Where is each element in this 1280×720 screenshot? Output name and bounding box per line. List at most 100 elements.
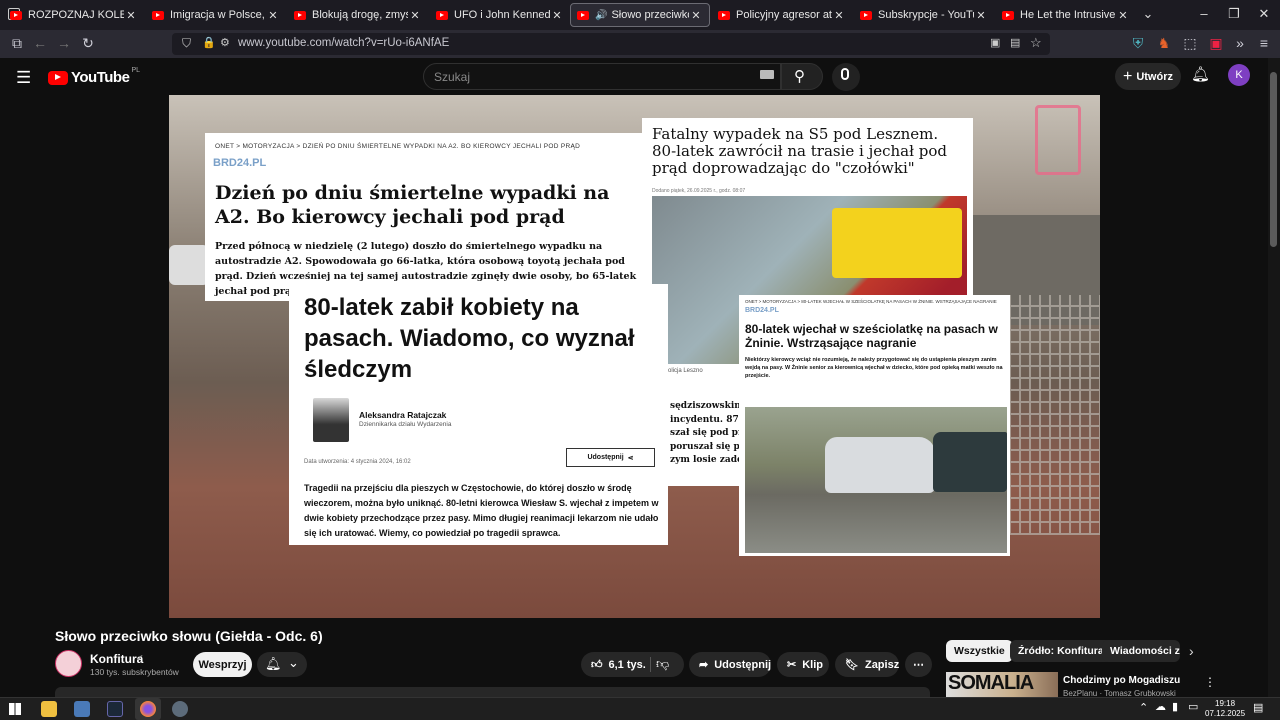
recommendation-title[interactable]: Chodzimy po Mogadiszu: [1063, 675, 1180, 686]
channel-avatar[interactable]: [55, 650, 82, 677]
recommendation-menu-icon[interactable]: ⋮: [1204, 675, 1216, 689]
support-button[interactable]: Wesprzyj: [193, 652, 252, 677]
save-button[interactable]: 🔖︎ Zapisz: [835, 652, 899, 677]
plus-icon: +: [1122, 67, 1133, 85]
search-button[interactable]: ⚲: [781, 63, 823, 90]
browser-tab[interactable]: Imigracja w Polsce, wschodnia✕: [146, 3, 286, 27]
extension-fox-icon[interactable]: ♞: [1155, 35, 1173, 52]
reader-view-icon[interactable]: ▤: [1010, 36, 1020, 49]
url-bar[interactable]: ⛉ 🔒 ⚙ www.youtube.com/watch?v=rUo-i6ANfA…: [172, 33, 1050, 55]
close-tab-icon[interactable]: ✕: [974, 9, 988, 22]
youtube-favicon-icon: [10, 10, 22, 20]
picture-in-picture-icon[interactable]: ▣: [990, 36, 1000, 49]
app-icon[interactable]: [172, 701, 188, 717]
close-tab-icon[interactable]: ✕: [832, 9, 846, 22]
ambulance-shape: [832, 208, 962, 278]
article-card-a2: ONET > MOTORYZACJA > DZIEŃ PO DNIU ŚMIER…: [205, 133, 651, 301]
create-button[interactable]: + Utwórz: [1115, 63, 1181, 90]
browser-tab[interactable]: Blokują drogę, zmyślają praw✕: [288, 3, 428, 27]
lock-icon[interactable]: 🔒: [202, 36, 216, 49]
recommendation-thumbnail[interactable]: SOMALIA: [946, 672, 1058, 697]
system-clock[interactable]: 19:18 07.12.2025: [1205, 699, 1245, 719]
restore-icon[interactable]: ❐: [1224, 6, 1244, 22]
chip-all[interactable]: Wszystkie: [946, 640, 1013, 662]
tray-chevron-icon[interactable]: ⌃: [1139, 701, 1148, 714]
youtube-favicon-icon: [577, 10, 589, 20]
description-box[interactable]: [55, 687, 930, 697]
more-dots-icon: ⋯: [913, 659, 924, 671]
white-car-shape: [825, 437, 935, 493]
network-icon[interactable]: ▭: [1188, 700, 1198, 713]
video-title: Słowo przeciwko słowu (Giełda - Odc. 6): [55, 628, 323, 644]
notifications-bell-icon[interactable]: 🔔︎: [1191, 65, 1210, 83]
bookmark-star-icon[interactable]: ☆: [1030, 35, 1042, 51]
close-window-icon[interactable]: ✕: [1254, 6, 1274, 22]
speaker-icon[interactable]: 🔊: [595, 10, 607, 21]
close-tab-icon[interactable]: ✕: [550, 9, 564, 22]
close-tab-icon[interactable]: ✕: [124, 9, 138, 22]
browser-tab[interactable]: He Let the Intrusive Thoughts✕: [996, 3, 1136, 27]
sidebar-toggle-icon[interactable]: ⧉: [8, 35, 26, 52]
share-button[interactable]: ➦ Udostępnij: [689, 652, 771, 677]
bookmark-icon: 🔖︎: [845, 659, 859, 671]
scissors-icon: ✂: [787, 659, 797, 671]
youtube-favicon-icon: [860, 10, 872, 20]
windows-start-icon[interactable]: [9, 703, 21, 715]
scrollbar-thumb[interactable]: [1270, 72, 1277, 247]
shield-icon[interactable]: ⛉: [182, 36, 191, 51]
background-fence-shape: [1009, 295, 1100, 535]
tab-overflow-chevron-icon[interactable]: ⌄: [1138, 6, 1158, 22]
browser-tab[interactable]: UFO i John Kennedy - Powód✕: [430, 3, 570, 27]
close-tab-icon[interactable]: ✕: [266, 9, 280, 22]
subscriber-count: 130 tys. subskrybentów: [90, 667, 179, 677]
url-text[interactable]: www.youtube.com/watch?v=rUo-i6ANfAE: [238, 37, 449, 49]
guide-menu-icon[interactable]: ☰: [16, 68, 31, 88]
active-app-indicator: [135, 698, 161, 720]
steam-icon[interactable]: [107, 701, 123, 717]
dislike-button[interactable]: 👎︎: [656, 656, 669, 672]
youtube-favicon-icon: [718, 10, 730, 20]
menu-hamburger-icon[interactable]: ≡: [1255, 35, 1273, 51]
youtube-header: ☰ YouTube PL Szukaj ⚲ + Utwórz 🔔︎ K: [0, 58, 1280, 95]
extension-badge-icon[interactable]: ▣: [1207, 35, 1225, 52]
video-player[interactable]: ONET > MOTORYZACJA > DZIEŃ PO DNIU ŚMIER…: [169, 95, 1100, 618]
chip-news[interactable]: Wiadomości ze świata: [1102, 640, 1180, 662]
extension-shield-icon[interactable]: ⛨: [1129, 35, 1147, 52]
article-card-znin: ONET > MOTORYZACJA > 80-LATEK WJECHAŁ W …: [739, 295, 1010, 556]
browser-tab[interactable]: Policyjny agresor atakuje społ✕: [712, 3, 852, 27]
browser-tab[interactable]: ROZPOZNAJ KOLEGĘ PO ZAP✕: [4, 3, 144, 27]
back-icon[interactable]: ←: [31, 35, 49, 51]
brd24-logo: BRD24.PL: [213, 157, 267, 169]
close-tab-icon[interactable]: ✕: [1116, 9, 1130, 22]
chevron-right-icon[interactable]: ›: [1189, 643, 1194, 659]
notification-center-icon[interactable]: ▤: [1253, 701, 1263, 714]
avatar[interactable]: K: [1228, 64, 1250, 86]
minimize-icon[interactable]: –: [1194, 6, 1214, 21]
close-tab-icon[interactable]: ✕: [408, 9, 422, 22]
browser-tab-active[interactable]: 🔊Słowo przeciwko słowu (Gi✕: [570, 3, 710, 27]
keyboard-icon[interactable]: [760, 70, 774, 79]
subscription-bell-button[interactable]: 🔔︎ ⌄: [257, 652, 307, 677]
cloud-icon[interactable]: ☁: [1155, 700, 1166, 713]
author-portrait: [313, 398, 349, 442]
app-icon[interactable]: [74, 701, 90, 717]
overflow-chevrons-icon[interactable]: »: [1231, 35, 1249, 51]
close-tab-icon[interactable]: ✕: [689, 9, 703, 22]
youtube-play-icon: [48, 70, 68, 85]
chevron-down-icon: ⌄: [288, 655, 299, 670]
share-icon: ⋖: [627, 454, 634, 462]
youtube-favicon-icon: [152, 10, 164, 20]
extensions-icon[interactable]: ⬚: [1181, 35, 1199, 52]
reload-icon[interactable]: ↻: [79, 35, 97, 52]
file-explorer-icon[interactable]: [41, 701, 57, 717]
browser-tab[interactable]: Subskrypcje - YouTube✕: [854, 3, 994, 27]
tray-app-icon[interactable]: ▮: [1172, 700, 1178, 713]
youtube-logo[interactable]: YouTube PL: [48, 67, 140, 86]
more-actions-button[interactable]: ⋯: [905, 652, 932, 677]
search-input[interactable]: Szukaj: [423, 63, 781, 90]
forward-icon[interactable]: →: [55, 35, 73, 51]
chip-source[interactable]: Źródło: Konfitura: [1010, 640, 1112, 662]
voice-search-button[interactable]: [832, 63, 860, 91]
clip-button[interactable]: ✂ Klip: [777, 652, 829, 677]
permissions-icon[interactable]: ⚙: [220, 36, 230, 49]
